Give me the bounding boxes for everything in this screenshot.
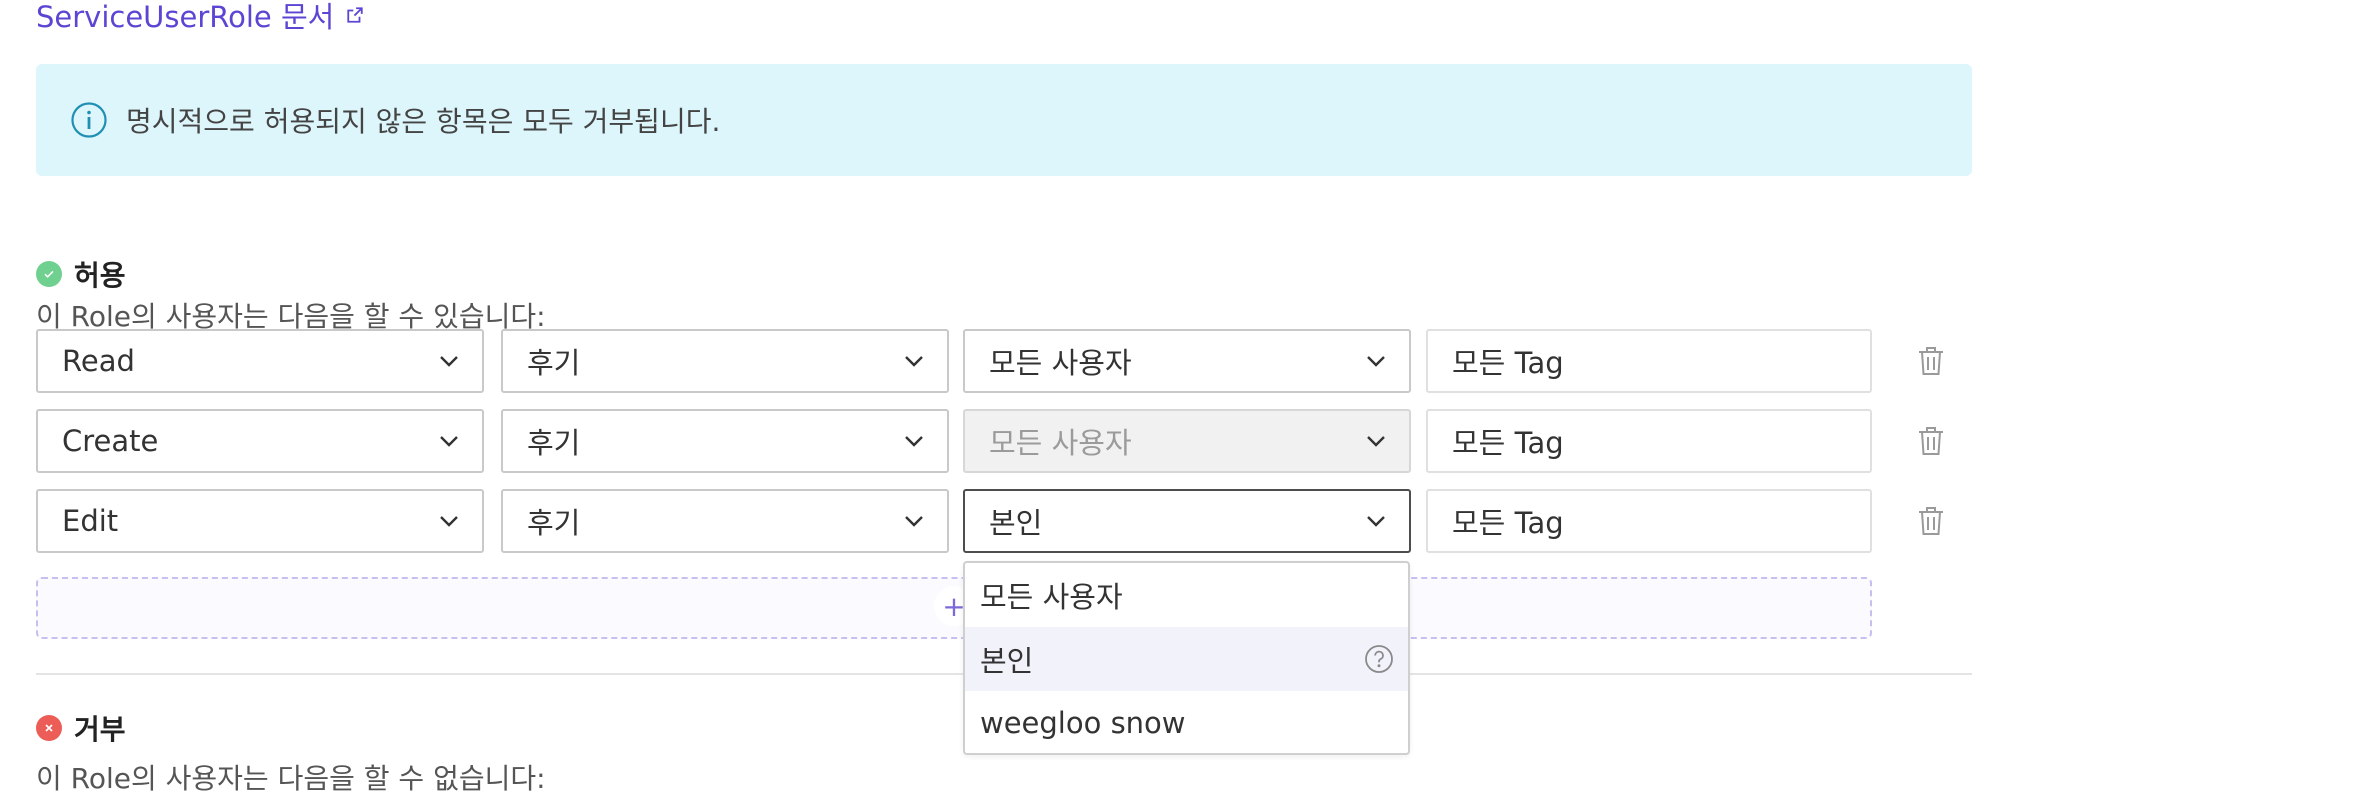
x-circle-icon: [36, 715, 62, 741]
tag-input[interactable]: 모든 Tag: [1426, 409, 1872, 473]
tag-input[interactable]: 모든 Tag: [1426, 489, 1872, 553]
resource-select-value: 후기: [527, 506, 581, 540]
info-banner-text: 명시적으로 허용되지 않은 항목은 모두 거부됩니다.: [126, 105, 721, 138]
scope-select-disabled: 모든 사용자: [963, 409, 1411, 473]
help-icon[interactable]: [1364, 644, 1394, 674]
allow-section-title: 허용: [36, 254, 126, 294]
allow-title-text: 허용: [74, 259, 126, 292]
scope-select-open[interactable]: 본인: [963, 489, 1411, 553]
chevron-down-icon: [438, 354, 460, 368]
dropdown-option-label: 모든 사용자: [980, 580, 1123, 614]
scope-dropdown-menu: 모든 사용자 본인 weegloo snow: [963, 561, 1410, 755]
trash-icon[interactable]: [1917, 425, 1945, 457]
tag-input-value: 모든 Tag: [1452, 506, 1564, 540]
doc-link-label: ServiceUserRole 문서: [36, 0, 335, 34]
chevron-down-icon: [438, 434, 460, 448]
action-select[interactable]: Create: [36, 409, 484, 473]
chevron-down-icon: [438, 514, 460, 528]
tag-input[interactable]: 모든 Tag: [1426, 329, 1872, 393]
tag-input-value: 모든 Tag: [1452, 426, 1564, 460]
dropdown-option[interactable]: weegloo snow: [965, 691, 1408, 753]
check-circle-icon: [36, 261, 62, 287]
chevron-down-icon: [1365, 434, 1387, 448]
dropdown-option-highlighted[interactable]: 본인: [965, 627, 1408, 691]
action-select[interactable]: Edit: [36, 489, 484, 553]
action-select-value: Edit: [62, 504, 119, 538]
trash-icon[interactable]: [1917, 505, 1945, 537]
action-select-value: Read: [62, 344, 135, 378]
info-icon: [70, 101, 108, 139]
scope-select-value: 본인: [989, 506, 1043, 540]
deny-section-description: 이 Role의 사용자는 다음을 할 수 없습니다:: [36, 762, 546, 795]
info-banner: 명시적으로 허용되지 않은 항목은 모두 거부됩니다.: [36, 64, 1972, 176]
resource-select-value: 후기: [527, 426, 581, 460]
dropdown-option[interactable]: 모든 사용자: [965, 563, 1408, 627]
trash-icon[interactable]: [1917, 345, 1945, 377]
dropdown-option-label: weegloo snow: [980, 706, 1186, 740]
chevron-down-icon: [1365, 354, 1387, 368]
action-select-value: Create: [62, 424, 159, 458]
resource-select[interactable]: 후기: [501, 489, 949, 553]
external-link-icon: [346, 6, 364, 24]
scope-select[interactable]: 모든 사용자: [963, 329, 1411, 393]
action-select[interactable]: Read: [36, 329, 484, 393]
resource-select[interactable]: 후기: [501, 409, 949, 473]
resource-select-value: 후기: [527, 346, 581, 380]
resource-select[interactable]: 후기: [501, 329, 949, 393]
chevron-down-icon: [903, 434, 925, 448]
chevron-down-icon: [1365, 514, 1387, 528]
doc-link[interactable]: ServiceUserRole 문서: [36, 0, 364, 36]
dropdown-option-label: 본인: [980, 644, 1034, 678]
deny-section-title: 거부: [36, 708, 126, 748]
chevron-down-icon: [903, 514, 925, 528]
deny-title-text: 거부: [74, 713, 126, 746]
tag-input-value: 모든 Tag: [1452, 346, 1564, 380]
chevron-down-icon: [903, 354, 925, 368]
scope-select-value: 모든 사용자: [989, 426, 1132, 460]
scope-select-value: 모든 사용자: [989, 346, 1132, 380]
